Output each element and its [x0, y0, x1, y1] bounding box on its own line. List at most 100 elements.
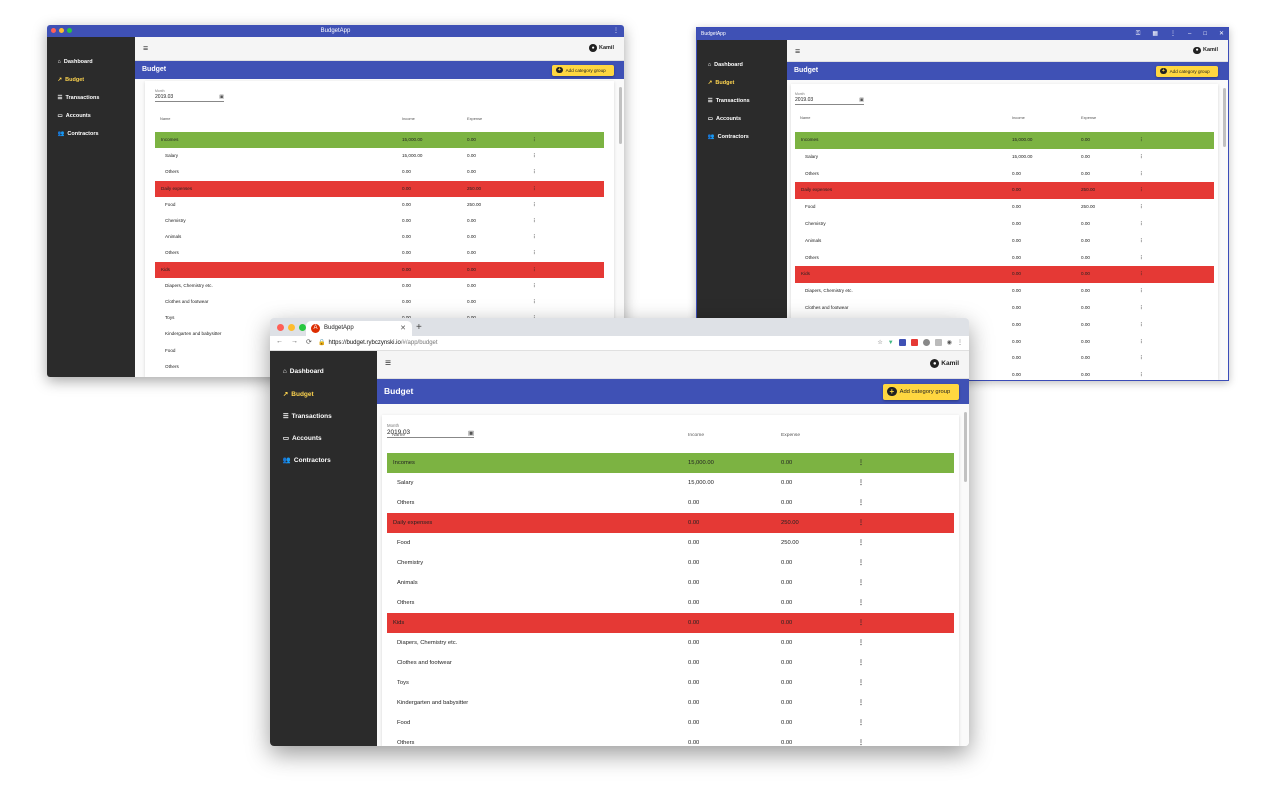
- close-tab-icon[interactable]: ✕: [400, 321, 406, 336]
- category-row[interactable]: Chemistry 0.00 0.00 ⋮: [155, 213, 604, 229]
- user-menu[interactable]: ● Kamil: [589, 44, 614, 52]
- row-more-vert-icon[interactable]: ⋮: [858, 553, 864, 573]
- calendar-icon[interactable]: ▣: [219, 94, 224, 100]
- category-row[interactable]: Others 0.00 0.00 ⋮: [795, 166, 1214, 183]
- calendar-icon[interactable]: ▣: [468, 429, 474, 437]
- category-row[interactable]: Clothes and footwear 0.00 0.00 ⋮: [795, 300, 1214, 317]
- row-more-vert-icon[interactable]: ⋮: [1139, 199, 1144, 216]
- row-more-vert-icon[interactable]: ⋮: [858, 673, 864, 693]
- category-group-row[interactable]: Kids 0.00 0.00 ⋮: [155, 261, 604, 278]
- sidebar-item-transactions[interactable]: ☰ Transactions: [283, 412, 332, 421]
- row-more-vert-icon[interactable]: ⋮: [858, 493, 864, 513]
- row-more-vert-icon[interactable]: ⋮: [1139, 250, 1144, 267]
- menu-icon[interactable]: ≡: [795, 46, 800, 56]
- row-more-vert-icon[interactable]: ⋮: [1139, 334, 1144, 351]
- row-more-vert-icon[interactable]: ⋮: [1139, 166, 1144, 183]
- vue-extension-icon[interactable]: ▼: [888, 340, 894, 346]
- row-more-vert-icon[interactable]: ⋮: [532, 229, 537, 245]
- category-row[interactable]: Animals 0.00 0.00 ⋮: [155, 229, 604, 245]
- add-category-group-button[interactable]: + Add category group: [1156, 65, 1218, 77]
- category-group-row[interactable]: Daily expenses 0.00 250.00 ⋮: [155, 180, 604, 197]
- sidebar-item-contractors[interactable]: 👥 Contractors: [58, 131, 99, 137]
- category-row[interactable]: Food 0.00 250.00 ⋮: [795, 199, 1214, 216]
- category-row[interactable]: Others 0.00 0.00 ⋮: [387, 733, 954, 746]
- category-row[interactable]: Chemistry 0.00 0.00 ⋮: [795, 216, 1214, 233]
- maximize-window-button[interactable]: □: [1203, 28, 1207, 40]
- row-more-vert-icon[interactable]: ⋮: [532, 213, 537, 229]
- extension-icon[interactable]: [898, 339, 906, 346]
- browser-tab[interactable]: A BudgetApp ✕: [306, 321, 412, 336]
- extension-icon[interactable]: [934, 339, 942, 346]
- category-row[interactable]: Clothes and footwear 0.00 0.00 ⋮: [155, 294, 604, 310]
- category-row[interactable]: Others 0.00 0.00 ⋮: [387, 593, 954, 613]
- add-category-group-button[interactable]: + Add category group: [552, 64, 614, 76]
- row-more-vert-icon[interactable]: ⋮: [858, 593, 864, 613]
- star-icon[interactable]: ☆: [877, 339, 882, 346]
- month-input[interactable]: 2019.03 ▣: [795, 97, 864, 105]
- category-row[interactable]: Diapers, Chemistry etc. 0.00 0.00 ⋮: [387, 633, 954, 653]
- row-more-vert-icon[interactable]: ⋮: [532, 132, 537, 148]
- minimize-window-button[interactable]: [288, 324, 295, 331]
- row-more-vert-icon[interactable]: ⋮: [858, 613, 864, 633]
- row-more-vert-icon[interactable]: ⋮: [858, 513, 864, 533]
- key-icon[interactable]: ⚿: [1136, 28, 1141, 40]
- menu-icon[interactable]: ≡: [143, 43, 148, 53]
- category-row[interactable]: Food 0.00 250.00 ⋮: [155, 197, 604, 213]
- menu-icon[interactable]: ≡: [385, 358, 391, 369]
- close-window-button[interactable]: ✕: [1219, 28, 1224, 40]
- row-more-vert-icon[interactable]: ⋮: [1139, 132, 1144, 149]
- forward-icon[interactable]: →: [291, 338, 298, 346]
- row-more-vert-icon[interactable]: ⋮: [532, 294, 537, 310]
- category-row[interactable]: Salary 15,000.00 0.00 ⋮: [795, 149, 1214, 166]
- sidebar-item-budget[interactable]: ↗ Budget: [58, 77, 85, 83]
- more-vert-icon[interactable]: ⋮: [957, 339, 963, 346]
- sidebar-item-accounts[interactable]: ▭ Accounts: [283, 434, 322, 443]
- row-more-vert-icon[interactable]: ⋮: [1139, 300, 1144, 317]
- close-window-button[interactable]: [277, 324, 284, 331]
- new-tab-button[interactable]: +: [416, 322, 422, 333]
- account-circle-icon[interactable]: ◉: [947, 339, 952, 346]
- row-more-vert-icon[interactable]: ⋮: [532, 278, 537, 294]
- category-row[interactable]: Others 0.00 0.00 ⋮: [155, 164, 604, 180]
- row-more-vert-icon[interactable]: ⋮: [858, 713, 864, 733]
- category-group-row[interactable]: Daily expenses 0.00 250.00 ⋮: [387, 513, 954, 533]
- close-window-button[interactable]: [51, 28, 56, 33]
- category-group-row[interactable]: Kids 0.00 0.00 ⋮: [795, 266, 1214, 284]
- category-row[interactable]: Chemistry 0.00 0.00 ⋮: [387, 553, 954, 573]
- row-more-vert-icon[interactable]: ⋮: [532, 164, 537, 180]
- category-row[interactable]: Others 0.00 0.00 ⋮: [155, 245, 604, 261]
- row-more-vert-icon[interactable]: ⋮: [532, 262, 537, 278]
- category-group-row[interactable]: Daily expenses 0.00 250.00 ⋮: [795, 182, 1214, 200]
- sidebar-item-dashboard[interactable]: ⌂ Dashboard: [58, 59, 93, 65]
- row-more-vert-icon[interactable]: ⋮: [532, 245, 537, 261]
- row-more-vert-icon[interactable]: ⋮: [858, 573, 864, 593]
- extension-icon[interactable]: ▦: [1152, 28, 1158, 40]
- row-more-vert-icon[interactable]: ⋮: [858, 533, 864, 553]
- category-group-row[interactable]: Incomes 15,000.00 0.00 ⋮: [155, 132, 604, 149]
- more-vert-icon[interactable]: ⋮: [1170, 28, 1176, 40]
- category-row[interactable]: Clothes and footwear 0.00 0.00 ⋮: [387, 653, 954, 673]
- row-more-vert-icon[interactable]: ⋮: [1139, 266, 1144, 283]
- category-row[interactable]: Kindergarten and babysitter 0.00 0.00 ⋮: [387, 693, 954, 713]
- more-vert-icon[interactable]: ⋮: [613, 25, 619, 37]
- row-more-vert-icon[interactable]: ⋮: [858, 633, 864, 653]
- category-row[interactable]: Food 0.00 250.00 ⋮: [387, 533, 954, 553]
- category-row[interactable]: Animals 0.00 0.00 ⋮: [387, 573, 954, 593]
- category-row[interactable]: Others 0.00 0.00 ⋮: [387, 493, 954, 513]
- category-group-row[interactable]: Incomes 15,000.00 0.00 ⋮: [387, 453, 954, 473]
- category-row[interactable]: Diapers, Chemistry etc. 0.00 0.00 ⋮: [155, 278, 604, 294]
- category-row[interactable]: Food 0.00 0.00 ⋮: [387, 713, 954, 733]
- row-more-vert-icon[interactable]: ⋮: [1139, 149, 1144, 166]
- category-group-row[interactable]: Incomes 15,000.00 0.00 ⋮: [795, 132, 1214, 149]
- scroll-thumb[interactable]: [619, 87, 622, 144]
- user-menu[interactable]: ● Kamil: [930, 359, 959, 369]
- row-more-vert-icon[interactable]: ⋮: [858, 693, 864, 713]
- sidebar-item-budget[interactable]: ↗ Budget: [708, 80, 735, 86]
- category-row[interactable]: Toys 0.00 0.00 ⋮: [387, 673, 954, 693]
- extension-icon[interactable]: [910, 339, 918, 346]
- row-more-vert-icon[interactable]: ⋮: [532, 181, 537, 197]
- add-category-group-button[interactable]: + Add category group: [883, 383, 959, 400]
- row-more-vert-icon[interactable]: ⋮: [1139, 367, 1144, 380]
- sidebar-item-budget[interactable]: ↗ Budget: [283, 390, 314, 399]
- row-more-vert-icon[interactable]: ⋮: [1139, 233, 1144, 250]
